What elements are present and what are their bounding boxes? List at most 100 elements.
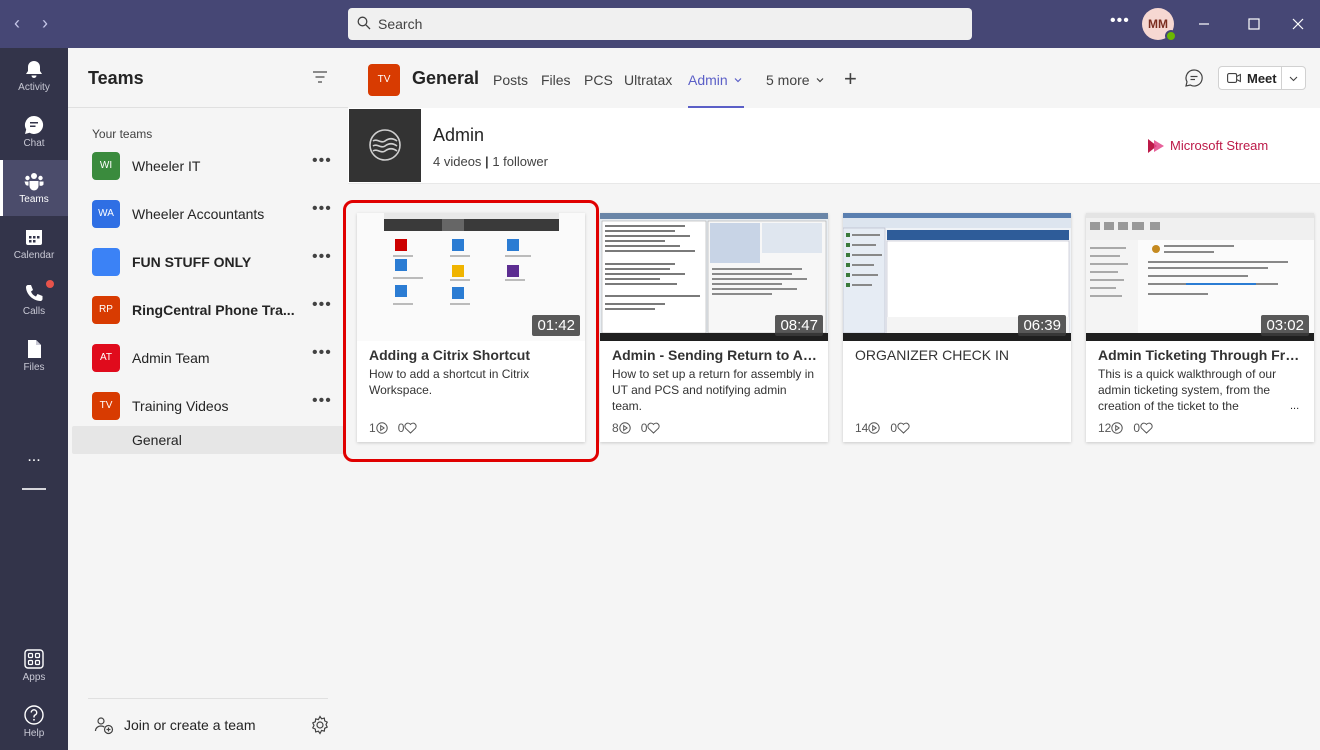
team-item-wheeler-it[interactable]: WI Wheeler IT •••	[68, 142, 348, 190]
back-arrow-icon[interactable]: ‹	[14, 14, 20, 32]
rail-item-calendar[interactable]: Calendar	[0, 216, 68, 272]
brand-name: Microsoft Stream	[1170, 138, 1269, 153]
rail-label: Chat	[23, 138, 45, 149]
add-tab-icon[interactable]: +	[844, 66, 857, 92]
rail-item-apps[interactable]: Apps	[0, 638, 68, 694]
rail-item-calls[interactable]: Calls	[0, 272, 68, 328]
join-create-team-link[interactable]: Join or create a team	[124, 717, 256, 733]
avatar[interactable]: MM	[1142, 8, 1177, 42]
avatar-initials: MM	[1148, 17, 1168, 31]
conversation-icon[interactable]	[1184, 68, 1204, 88]
file-icon	[28, 340, 41, 358]
stream-channel-banner: Admin 4 videos | 1 follower Microsoft St…	[348, 108, 1320, 184]
team-name: RingCentral Phone Tra...	[132, 302, 295, 318]
search-input[interactable]: Search	[348, 8, 972, 40]
team-item-fun-stuff-only[interactable]: FUN STUFF ONLY •••	[68, 238, 348, 286]
presence-available-icon	[1165, 30, 1177, 42]
video-duration: 08:47	[775, 315, 823, 336]
rail-item-teams[interactable]: Teams	[0, 160, 68, 216]
video-title[interactable]: ORGANIZER CHECK IN	[855, 347, 1061, 363]
chevron-down-icon	[734, 78, 742, 83]
team-name: Training Videos	[132, 398, 229, 414]
rail-label: Calls	[22, 306, 46, 317]
team-item-ringcentral[interactable]: RP RingCentral Phone Tra... •••	[68, 286, 348, 334]
like-count: 0	[890, 421, 898, 435]
microsoft-stream-link[interactable]: Microsoft Stream	[1148, 138, 1269, 153]
more-options-icon[interactable]: •••	[312, 152, 332, 170]
stream-channel-icon	[369, 129, 401, 161]
tab-posts[interactable]: Posts	[493, 72, 528, 88]
rail-label: Calendar	[13, 250, 55, 261]
heart-icon[interactable]	[1140, 422, 1153, 434]
team-item-admin-team[interactable]: AT Admin Team •••	[68, 334, 348, 382]
close-icon[interactable]	[1284, 10, 1312, 38]
heart-icon[interactable]	[897, 422, 910, 434]
join-team-icon	[94, 717, 114, 735]
like-count: 0	[1133, 421, 1141, 435]
video-title[interactable]: Admin Ticketing Through Fres...	[1098, 347, 1304, 363]
search-icon	[357, 16, 371, 30]
rail-item-activity[interactable]: Activity	[0, 48, 68, 104]
team-name: Admin Team	[132, 350, 210, 366]
tab-admin[interactable]: Admin	[688, 72, 742, 88]
rail-item-chat[interactable]: Chat	[0, 104, 68, 160]
video-thumbnail[interactable]: 03:02	[1086, 213, 1314, 341]
filter-icon[interactable]	[312, 70, 328, 84]
rail-item-files[interactable]: Files	[0, 328, 68, 384]
tab-files[interactable]: Files	[541, 72, 571, 88]
team-item-wheeler-accountants[interactable]: WA Wheeler Accountants •••	[68, 190, 348, 238]
page-title: Teams	[88, 68, 144, 88]
video-card-organizer[interactable]: 06:39 ORGANIZER CHECK IN 14 0	[843, 213, 1071, 442]
heart-icon[interactable]	[647, 422, 660, 434]
minimize-icon[interactable]	[1190, 10, 1218, 38]
teams-icon	[24, 173, 44, 191]
tab-more[interactable]: 5 more	[766, 72, 824, 88]
video-card-sending-return[interactable]: 08:47 Admin - Sending Return to As... Ho…	[600, 213, 828, 442]
bell-icon	[26, 61, 42, 78]
video-description: How to set up a return for assembly in U…	[612, 367, 815, 413]
video-duration: 03:02	[1261, 315, 1309, 336]
video-title[interactable]: Admin - Sending Return to As...	[612, 347, 818, 363]
video-duration: 06:39	[1018, 315, 1066, 336]
tab-pcs[interactable]: PCS	[584, 72, 613, 88]
maximize-icon[interactable]	[1240, 10, 1268, 38]
team-avatar: RP	[92, 296, 120, 324]
teams-panel-footer: Join or create a team	[88, 698, 330, 750]
more-apps-icon[interactable]: ...	[0, 448, 68, 466]
gear-icon[interactable]	[310, 715, 330, 735]
teams-panel: Teams Your teams WI Wheeler IT ••• WA Wh…	[68, 48, 348, 750]
chevron-down-icon	[816, 78, 824, 83]
tab-ultratax[interactable]: Ultratax	[624, 72, 672, 88]
more-options-icon[interactable]: •••	[312, 248, 332, 266]
more-options-icon[interactable]: •••	[312, 392, 332, 410]
teams-panel-header: Teams	[68, 48, 348, 108]
channel-item-general[interactable]: General	[72, 426, 344, 454]
rail-label: Help	[23, 728, 45, 739]
more-options-icon[interactable]: •••	[312, 296, 332, 314]
rail-item-help[interactable]: Help	[0, 694, 68, 750]
video-thumbnail[interactable]: 08:47	[600, 213, 828, 341]
title-bar: ‹ › Search ••• MM	[0, 0, 1320, 48]
forward-arrow-icon[interactable]: ›	[42, 14, 48, 32]
video-stats: 14 0	[855, 421, 910, 435]
team-avatar: TV	[92, 392, 120, 420]
more-options-icon[interactable]: •••	[312, 200, 332, 218]
more-options-icon[interactable]: •••	[312, 344, 332, 362]
help-icon	[24, 705, 44, 725]
video-description: This is a quick walkthrough of our admin…	[1098, 367, 1277, 413]
team-avatar: WA	[92, 200, 120, 228]
calendar-icon	[26, 230, 42, 245]
video-stats: 8 0	[612, 421, 660, 435]
meet-button[interactable]: Meet	[1218, 66, 1306, 90]
search-placeholder: Search	[378, 16, 423, 32]
settings-more-icon[interactable]: •••	[1110, 12, 1130, 30]
team-avatar: AT	[92, 344, 120, 372]
video-camera-icon	[1227, 73, 1241, 83]
rail-label: Activity	[18, 82, 50, 93]
video-card-admin-ticketing[interactable]: 03:02 Admin Ticketing Through Fres... Th…	[1086, 213, 1314, 442]
chevron-down-icon[interactable]	[1289, 74, 1298, 83]
video-thumbnail[interactable]: 06:39	[843, 213, 1071, 341]
notification-dot	[46, 280, 54, 288]
team-item-training-videos[interactable]: TV Training Videos •••	[68, 382, 348, 430]
description-ellipsis: ...	[1290, 400, 1300, 412]
